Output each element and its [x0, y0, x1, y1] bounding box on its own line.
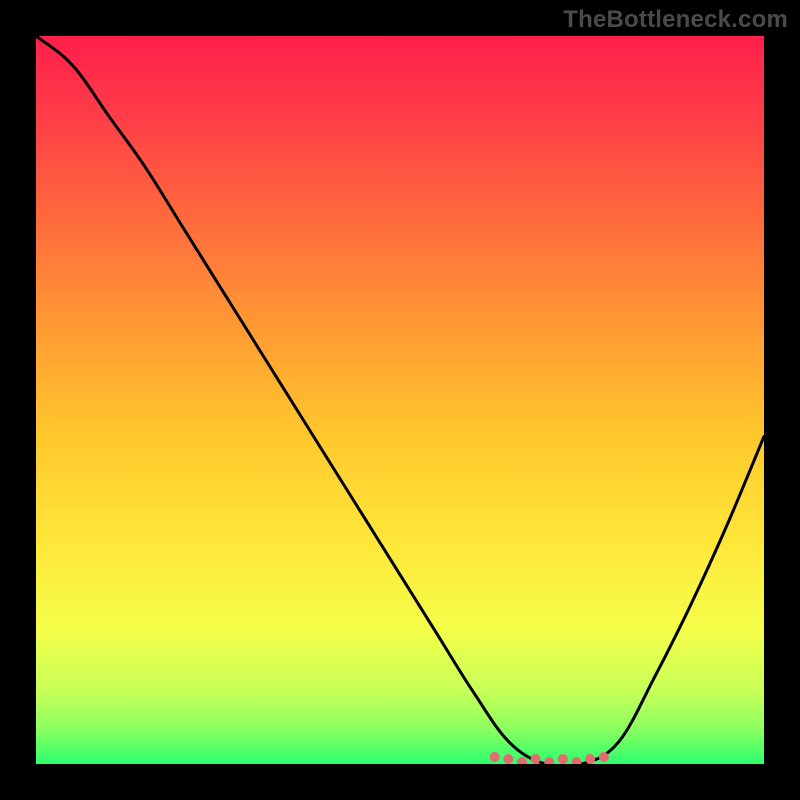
min-dot — [490, 752, 500, 762]
chart-frame: TheBottleneck.com — [0, 0, 800, 800]
min-dot — [531, 754, 541, 764]
heatmap-background — [36, 36, 764, 764]
chart-svg — [36, 36, 764, 764]
min-dot — [503, 754, 513, 764]
min-dot — [585, 754, 595, 764]
min-dot — [599, 752, 609, 762]
min-dot — [558, 754, 568, 764]
attribution-text: TheBottleneck.com — [563, 6, 788, 34]
plot-area — [36, 36, 764, 764]
